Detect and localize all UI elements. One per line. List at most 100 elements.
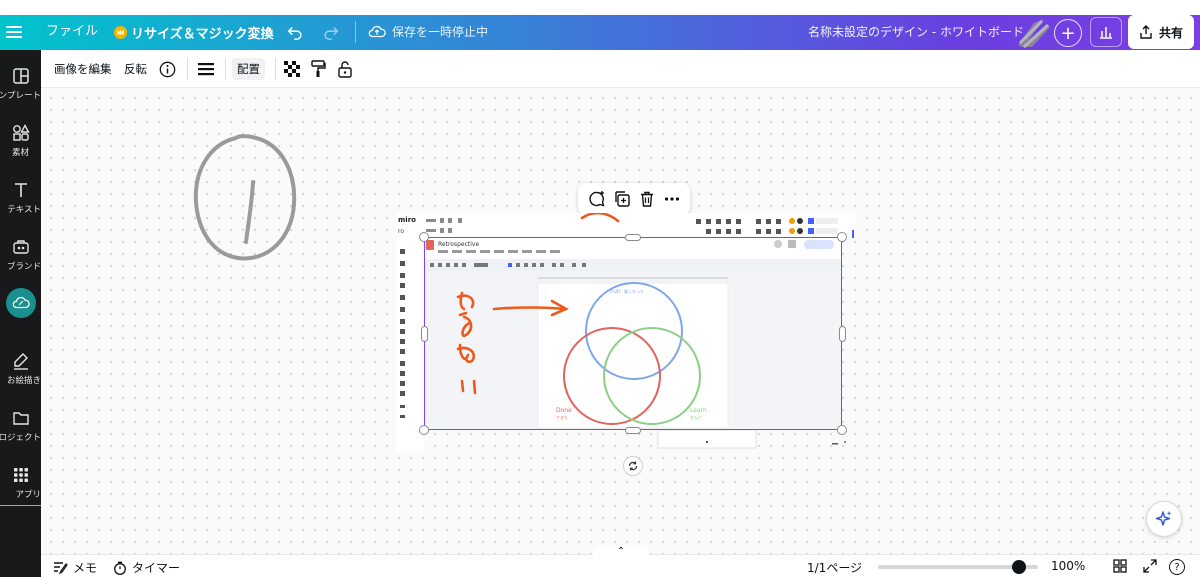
sidebar-item-projects[interactable]: プロジェクト	[0, 404, 41, 460]
help-button[interactable]: ?	[1169, 559, 1185, 575]
left-sidebar: テンプレート 素材 テキスト ブランド お絵描き プロジェクト アプリ	[0, 50, 41, 577]
context-toolbar: 画像を編集 反転 配置	[41, 50, 1200, 88]
lock-button[interactable]	[336, 58, 354, 80]
grid-view-button[interactable]	[1113, 559, 1127, 573]
selection-box	[424, 237, 842, 430]
sidebar-item-magic[interactable]	[0, 288, 41, 344]
duplicate-icon	[614, 191, 630, 207]
info-button[interactable]	[158, 58, 176, 80]
apps-icon	[13, 468, 28, 482]
menu-icon[interactable]	[6, 19, 22, 45]
fullscreen-button[interactable]	[1143, 559, 1157, 573]
collapse-pages-button[interactable]: ⌃	[593, 545, 649, 557]
resize-handle-right[interactable]	[839, 326, 846, 342]
transparency-button[interactable]	[283, 58, 301, 80]
sidebar-item-label: ブランド	[6, 262, 41, 272]
template-icon	[12, 68, 29, 84]
projects-icon	[12, 412, 29, 425]
cloud-icon[interactable]	[368, 23, 386, 41]
resize-handle-top[interactable]	[625, 234, 641, 241]
resize-magic-button[interactable]: リサイズ＆マジック変換	[114, 18, 274, 46]
sidebar-item-label: テキスト	[7, 205, 41, 215]
share-upload-icon	[1140, 25, 1152, 39]
freehand-drawing[interactable]	[190, 130, 300, 265]
delete-button[interactable]	[637, 189, 657, 209]
flip-button[interactable]: 反転	[124, 58, 147, 80]
info-icon	[159, 61, 175, 77]
zoom-slider[interactable]	[878, 560, 1038, 574]
file-menu-button[interactable]: ファイル	[46, 18, 98, 46]
more-options-button[interactable]	[662, 189, 682, 209]
timer-button[interactable]: タイマー	[113, 559, 180, 576]
insights-button[interactable]	[1090, 17, 1122, 47]
comment-button[interactable]	[587, 189, 607, 209]
document-title[interactable]: 名称未設定のデザイン - ホワイトボード	[808, 18, 1024, 46]
sidebar-item-text[interactable]: テキスト	[0, 176, 41, 232]
more-dots-icon	[664, 197, 679, 201]
sparkle-icon	[1155, 511, 1172, 526]
comment-add-icon	[588, 191, 605, 207]
share-label: 共有	[1158, 25, 1183, 40]
unlock-icon	[338, 61, 352, 78]
resize-handle-top-right[interactable]	[837, 232, 847, 242]
zoom-slider-thumb[interactable]	[1012, 560, 1027, 574]
sidebar-item-label: お絵描き	[6, 376, 41, 386]
transparency-icon	[284, 61, 300, 77]
copy-style-button[interactable]	[309, 58, 327, 80]
position-button[interactable]: 配置	[232, 58, 265, 80]
sidebar-item-apps[interactable]: アプリ	[0, 461, 41, 517]
magic-assistant-button[interactable]	[1146, 501, 1182, 537]
redo-icon[interactable]	[322, 23, 340, 41]
page-indicator[interactable]: 1/1ページ	[807, 559, 862, 576]
resize-handle-bottom-right[interactable]	[837, 425, 847, 435]
topbar-divider	[355, 21, 356, 43]
timer-label: タイマー	[132, 561, 181, 575]
border-style-button[interactable]	[196, 58, 216, 80]
add-collaborator-button[interactable]: +	[1054, 19, 1082, 47]
element-context-menu	[578, 183, 690, 215]
sidebar-item-label: アプリ	[15, 490, 41, 500]
toolbar-divider	[187, 58, 188, 80]
elements-icon	[12, 124, 30, 141]
sidebar-item-draw[interactable]: お絵描き	[0, 347, 41, 403]
window-top-strip	[0, 0, 1200, 15]
undo-icon[interactable]	[286, 23, 304, 41]
text-icon	[14, 183, 27, 197]
rotate-icon	[628, 461, 638, 471]
svg-text:ro: ro	[398, 228, 404, 235]
trash-icon	[640, 191, 653, 207]
sidebar-item-elements[interactable]: 素材	[0, 119, 41, 175]
draw-icon	[13, 353, 28, 370]
toolbar-divider	[275, 58, 276, 80]
sidebar-item-templates[interactable]: テンプレート	[0, 62, 41, 118]
sidebar-item-label: 素材	[11, 148, 29, 158]
toolbar-divider	[225, 58, 226, 80]
resize-handle-bottom[interactable]	[625, 427, 641, 434]
paint-roller-icon	[311, 60, 326, 77]
sidebar-item-brand[interactable]: ブランド	[0, 233, 41, 289]
active-indicator	[5, 288, 36, 318]
resize-handle-left[interactable]	[421, 326, 428, 342]
notes-icon	[54, 562, 68, 574]
sidebar-divider	[0, 505, 41, 506]
crown-icon	[114, 25, 127, 39]
zoom-percentage[interactable]: 100%	[1051, 559, 1085, 573]
duplicate-button[interactable]	[612, 189, 632, 209]
resize-handle-bottom-left[interactable]	[419, 425, 429, 435]
resize-handle-top-left[interactable]	[419, 232, 429, 242]
help-icon: ?	[1169, 559, 1185, 575]
notes-button[interactable]: メモ	[53, 559, 97, 576]
avatar[interactable]	[1014, 17, 1054, 51]
expand-icon	[1143, 559, 1157, 573]
sidebar-item-label: テンプレート	[0, 91, 41, 101]
edit-image-button[interactable]: 画像を編集	[54, 58, 112, 80]
rotate-button[interactable]	[623, 456, 643, 476]
bar-chart-icon	[1100, 27, 1112, 39]
bottom-bar: ⌃ メモ タイマー 1/1ページ 100% ?	[41, 545, 1200, 577]
share-button[interactable]: 共有	[1128, 15, 1194, 49]
line-weight-icon	[198, 63, 214, 76]
timer-icon	[114, 561, 126, 575]
grid-view-icon	[1113, 559, 1127, 573]
sidebar-item-label: プロジェクト	[0, 433, 41, 443]
miro-logo: miro	[398, 216, 416, 224]
